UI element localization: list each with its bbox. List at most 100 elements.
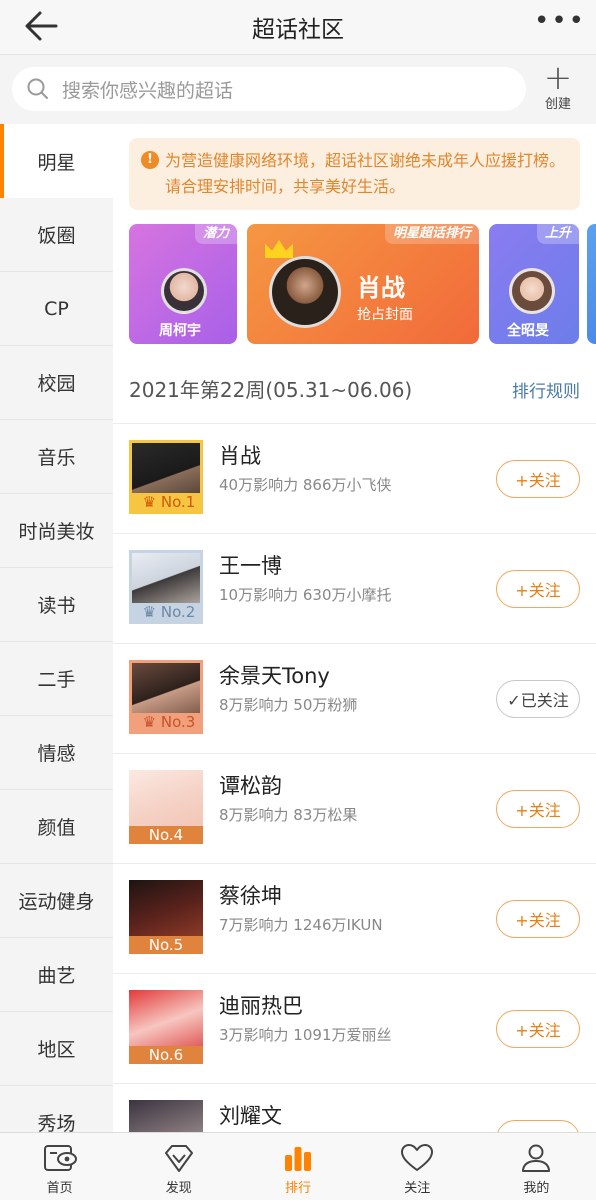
sidebar-item-label: CP [44, 297, 69, 320]
nav-profile[interactable]: 我的 [477, 1133, 596, 1200]
sidebar-item-fashion[interactable]: 时尚美妆 [0, 494, 113, 568]
nav-follow[interactable]: 关注 [358, 1133, 477, 1200]
back-arrow-icon[interactable] [22, 8, 62, 44]
sidebar-item-show[interactable]: 秀场 [0, 1086, 113, 1132]
rank-number: No.3 [160, 713, 196, 731]
list-item[interactable]: ♛ No.1 肖战 40万影响力 866万小飞侠 +关注 [113, 423, 596, 533]
main-content: ! 为营造健康网络环境，超话社区谢绝未成年人应援打榜。请合理安排时间，共享美好生… [113, 124, 596, 1132]
nav-discover[interactable]: 发现 [119, 1133, 238, 1200]
star-meta: 40万影响力 866万小飞侠 [219, 476, 392, 494]
list-item[interactable]: No.4 谭松韵 8万影响力 83万松果 +关注 [113, 753, 596, 863]
top-bar: 超话社区 ••• [0, 0, 596, 54]
notice-banner: ! 为营造健康网络环境，超话社区谢绝未成年人应援打榜。请合理安排时间，共享美好生… [129, 138, 580, 210]
bottom-nav: 首页 发现 排行 关注 我的 [0, 1132, 596, 1200]
profile-icon [522, 1144, 551, 1172]
nav-label: 关注 [404, 1181, 431, 1196]
rank-number: No.6 [148, 1046, 184, 1064]
star-name: 迪丽热巴 [219, 994, 303, 1018]
ranking-rules-link[interactable]: 排行规则 [512, 377, 580, 402]
sidebar-item-cp[interactable]: CP [0, 272, 113, 346]
card-rising[interactable]: 上升 全昭旻 [489, 224, 579, 344]
card-more[interactable] [587, 224, 596, 344]
sidebar-item-campus[interactable]: 校园 [0, 346, 113, 420]
star-thumbnail: ♛ No.1 [129, 440, 203, 514]
sidebar-item-label: 运动健身 [18, 891, 95, 913]
card-potential[interactable]: 潜力 周柯宇 [129, 224, 237, 344]
sidebar-item-fandom[interactable]: 饭圈 [0, 198, 113, 272]
heart-icon [401, 1144, 434, 1171]
sidebar-item-label: 校园 [37, 373, 76, 395]
more-options-icon[interactable]: ••• [534, 8, 584, 34]
page-title: 超话社区 [252, 17, 344, 43]
rank-number: No.5 [148, 936, 184, 954]
sidebar-item-fitness[interactable]: 运动健身 [0, 864, 113, 938]
sidebar-item-looks[interactable]: 颜值 [0, 790, 113, 864]
star-name: 王一博 [219, 554, 282, 578]
week-row: 2021年第22周(05.31~06.06) 排行规则 [129, 369, 580, 409]
list-item[interactable]: ♛ No.3 余景天Tony 8万影响力 50万粉狮 ✓已关注 [113, 643, 596, 753]
card-name: 全昭旻 [507, 323, 549, 339]
star-name: 肖战 [219, 444, 261, 468]
avatar [509, 268, 555, 314]
sidebar-item-label: 二手 [37, 669, 76, 691]
search-input[interactable]: 搜索你感兴趣的超话 [12, 67, 526, 111]
follow-button[interactable] [496, 1120, 580, 1132]
follow-button[interactable]: +关注 [496, 900, 580, 938]
star-name: 谭松韵 [219, 774, 282, 798]
home-icon [43, 1145, 77, 1171]
sidebar-item-label: 曲艺 [37, 965, 76, 987]
rank-badge: ♛ No.2 [132, 603, 200, 621]
star-meta: 10万影响力 630万小摩托 [219, 586, 392, 604]
list-item[interactable]: No.6 迪丽热巴 3万影响力 1091万爱丽丝 +关注 [113, 973, 596, 1083]
nav-home[interactable]: 首页 [0, 1133, 119, 1200]
follow-button[interactable]: +关注 [496, 570, 580, 608]
ranking-list: ♛ No.1 肖战 40万影响力 866万小飞侠 +关注 ♛ No.2 王一博 … [113, 423, 596, 1132]
list-item[interactable]: No.5 蔡徐坤 7万影响力 1246万IKUN +关注 [113, 863, 596, 973]
list-item[interactable]: 刘耀文 [113, 1083, 596, 1132]
nav-ranking[interactable]: 排行 [238, 1133, 357, 1200]
rank-number: No.1 [160, 493, 196, 511]
week-label: 2021年第22周(05.31~06.06) [129, 378, 413, 402]
card-star-ranking[interactable]: 明星超话排行 肖战 抢占封面 [247, 224, 479, 344]
sidebar-item-stars[interactable]: 明星 [0, 124, 113, 198]
star-thumbnail: No.4 [129, 770, 203, 844]
star-meta: 8万影响力 83万松果 [219, 806, 358, 824]
notice-text: 为营造健康网络环境，超话社区谢绝未成年人应援打榜。请合理安排时间，共享美好生活。 [165, 151, 566, 196]
rank-badge: ♛ No.3 [132, 713, 200, 731]
follow-button[interactable]: +关注 [496, 460, 580, 498]
star-meta: 8万影响力 50万粉狮 [219, 696, 358, 714]
crown-icon [265, 240, 293, 258]
star-name: 蔡徐坤 [219, 884, 282, 908]
search-placeholder: 搜索你感兴趣的超话 [62, 79, 234, 102]
sidebar-item-label: 情感 [37, 743, 76, 765]
sidebar-item-secondhand[interactable]: 二手 [0, 642, 113, 716]
category-sidebar: 明星 饭圈 CP 校园 音乐 时尚美妆 读书 二手 情感 颜值 运动健身 曲艺 … [0, 124, 113, 1132]
list-item[interactable]: ♛ No.2 王一博 10万影响力 630万小摩托 +关注 [113, 533, 596, 643]
sidebar-item-label: 颜值 [37, 817, 76, 839]
create-label: 创建 [544, 97, 571, 112]
rank-badge: No.6 [129, 1046, 203, 1064]
sidebar-item-opera[interactable]: 曲艺 [0, 938, 113, 1012]
search-icon [27, 78, 48, 99]
followed-button[interactable]: ✓已关注 [496, 680, 580, 718]
card-name: 周柯宇 [159, 323, 201, 339]
sidebar-item-label: 音乐 [37, 447, 76, 469]
sidebar-item-label: 饭圈 [37, 225, 76, 247]
discover-icon [164, 1145, 193, 1172]
create-button[interactable]: + 创建 [540, 61, 576, 112]
warning-icon: ! [141, 151, 159, 169]
follow-button[interactable]: +关注 [496, 790, 580, 828]
follow-button[interactable]: +关注 [496, 1010, 580, 1048]
sidebar-item-emotion[interactable]: 情感 [0, 716, 113, 790]
star-name: 余景天Tony [219, 664, 330, 688]
sidebar-item-music[interactable]: 音乐 [0, 420, 113, 494]
sidebar-item-region[interactable]: 地区 [0, 1012, 113, 1086]
star-thumbnail: No.5 [129, 880, 203, 954]
rank-badge: ♛ No.1 [132, 493, 200, 511]
star-thumbnail: ♛ No.2 [129, 550, 203, 624]
sidebar-item-label: 地区 [37, 1039, 76, 1061]
sidebar-item-reading[interactable]: 读书 [0, 568, 113, 642]
nav-label: 排行 [285, 1181, 312, 1196]
star-meta: 3万影响力 1091万爱丽丝 [219, 1026, 392, 1044]
card-tag: 明星超话排行 [384, 224, 479, 244]
